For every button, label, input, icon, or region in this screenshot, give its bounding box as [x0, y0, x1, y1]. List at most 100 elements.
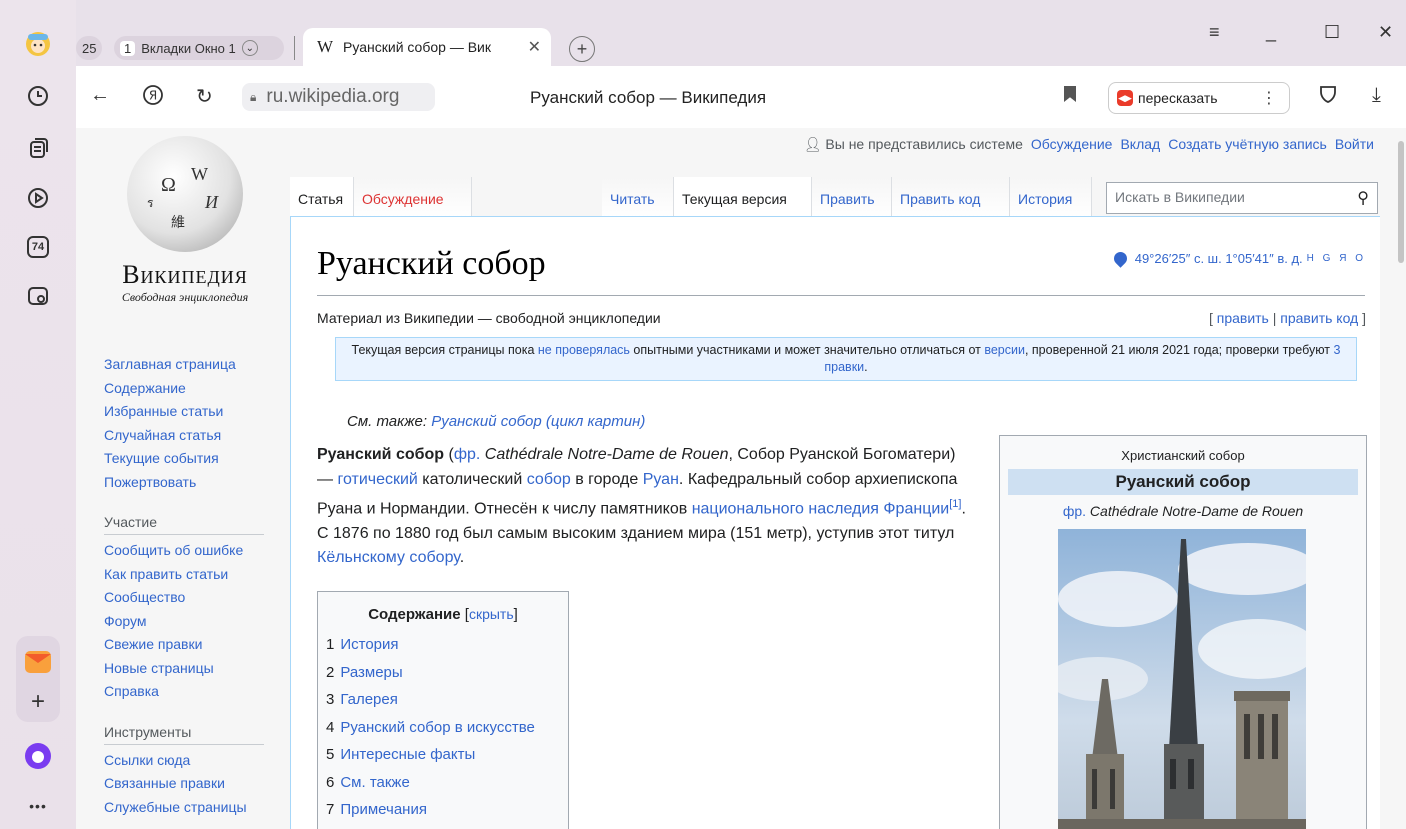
lead-text: католический [417, 470, 527, 488]
tab-edit-label: Править [820, 191, 875, 207]
edit-code-link[interactable]: править код [1280, 310, 1358, 326]
tab-group-button[interactable]: 1 Вкладки Окно 1 ⌄ [114, 36, 284, 60]
nav-how-to-edit[interactable]: Как править статьи [104, 563, 264, 587]
minimize-icon[interactable]: _ [1266, 22, 1276, 43]
toc-link[interactable]: Размеры [340, 664, 402, 681]
nav-community[interactable]: Сообщество [104, 586, 264, 610]
close-tab-icon[interactable]: ✕ [528, 37, 541, 57]
active-tab[interactable]: W Руанский собор — Вик ✕ [303, 28, 551, 66]
mail-icon[interactable] [24, 648, 52, 676]
nav-random[interactable]: Случайная статья [104, 424, 264, 448]
see-also-link[interactable]: Руанский собор (цикл картин) [431, 413, 645, 430]
reload-icon[interactable]: ↻ [196, 84, 213, 109]
toc-item[interactable]: 2 Размеры [326, 659, 560, 687]
search-icon[interactable]: ⚲ [1357, 188, 1369, 208]
toc-link[interactable]: Руанский собор в искусстве [340, 719, 535, 736]
nav-report-error[interactable]: Сообщить об ошибке [104, 539, 264, 563]
cathedral-photo[interactable] [1058, 529, 1306, 829]
lead-rouen-link[interactable]: Руан [643, 471, 679, 488]
more-icon[interactable]: ••• [24, 792, 52, 820]
back-arrow-icon[interactable]: ← [90, 84, 110, 107]
toc-item[interactable]: 1 История [326, 631, 560, 659]
tab-history[interactable]: История [1010, 177, 1092, 217]
coordinates[interactable]: 49°26′25″ с. ш. 1°05′41″ в. д. H G Я O [1111, 249, 1366, 268]
create-account-link[interactable]: Создать учётную запись [1168, 136, 1327, 153]
screenshot-icon[interactable] [24, 282, 52, 310]
yandex-icon[interactable]: Я [142, 84, 164, 112]
retell-button[interactable]: ◀▶ пересказать ⋮ [1108, 82, 1290, 114]
nav-contents[interactable]: Содержание [104, 377, 264, 401]
tab-edit[interactable]: Править [812, 177, 892, 217]
personal-tools: 👤︎ Вы не представились системе Обсуждени… [804, 136, 1374, 153]
nav-what-links-here[interactable]: Ссылки сюда [104, 749, 264, 773]
toc-link[interactable]: Интересные факты [340, 746, 475, 763]
table-of-contents: Содержание [скрыть] 1 История 2 Размеры 3Г… [317, 591, 569, 829]
alice-assistant-icon[interactable] [24, 742, 52, 770]
nav-current-events[interactable]: Текущие события [104, 447, 264, 471]
wikipedia-logo[interactable]: Ω W И 維 ร Википедия Свободная энциклопед… [120, 136, 250, 316]
notice-text-4: . [864, 360, 868, 374]
protect-icon[interactable] [1318, 84, 1338, 110]
tab-discussion[interactable]: Обсуждение [354, 177, 472, 217]
nav-forum[interactable]: Форум [104, 610, 264, 634]
tab-current-version[interactable]: Текущая версия [674, 177, 812, 217]
toc-item[interactable]: 5 Интересные факты [326, 741, 560, 769]
nav-related-changes[interactable]: Связанные правки [104, 772, 264, 796]
tab-counter[interactable]: 25 [76, 36, 103, 60]
toc-hide-link[interactable]: скрыть [469, 606, 514, 622]
talk-link[interactable]: Обсуждение [1031, 136, 1113, 153]
collections-icon[interactable] [24, 134, 52, 162]
nav-special-pages[interactable]: Служебные страницы [104, 796, 264, 820]
more-vertical-icon[interactable]: ⋮ [1261, 88, 1277, 108]
wiki-search-input[interactable]: Искать в Википедии ⚲ [1106, 182, 1378, 214]
add-icon[interactable]: + [24, 688, 52, 716]
toc-item[interactable]: 4 Руанский собор в искусстве [326, 714, 560, 742]
login-link[interactable]: Войти [1335, 136, 1374, 153]
lead-cathedral-link[interactable]: собор [527, 471, 571, 488]
tab-edit-source[interactable]: Править код [892, 177, 1010, 217]
nav-main-page[interactable]: Заглавная страница [104, 353, 264, 377]
lead-ref-link[interactable]: [1] [949, 498, 961, 510]
alice-avatar-icon[interactable] [24, 30, 52, 58]
tab-read[interactable]: Читать [602, 177, 674, 217]
lead-cologne-link[interactable]: Кёльнскому собору [317, 549, 460, 566]
bookmark-icon[interactable] [1064, 86, 1076, 102]
map-service-links[interactable]: H G Я O [1307, 253, 1366, 264]
lead-gothic-link[interactable]: готический [337, 471, 417, 488]
close-window-icon[interactable]: ✕ [1378, 22, 1393, 43]
toc-bracket: ] [513, 606, 518, 623]
toc-item[interactable]: 3 Галерея [326, 686, 560, 714]
lead-lang-link[interactable]: фр. [454, 446, 481, 463]
toc-link[interactable]: Примечания [340, 801, 427, 818]
new-tab-button[interactable]: + [569, 36, 595, 62]
menu-icon[interactable]: ≡ [1209, 22, 1220, 43]
contributions-link[interactable]: Вклад [1120, 136, 1160, 153]
notice-version-link[interactable]: версии [984, 343, 1025, 357]
toc-item[interactable]: 7 Примечания [326, 796, 560, 824]
notice-unreviewed-link[interactable]: не проверялась [538, 343, 630, 357]
tab-count-rail-icon[interactable]: 74 [24, 233, 52, 261]
toc-item[interactable]: 6 См. также [326, 769, 560, 797]
nav-recent-changes[interactable]: Свежие правки [104, 633, 264, 657]
nav-donate[interactable]: Пожертвовать [104, 471, 264, 495]
nav-featured[interactable]: Избранные статьи [104, 400, 264, 424]
toc-link[interactable]: История [340, 636, 398, 653]
download-icon[interactable]: ⤓ [1372, 84, 1381, 107]
nav-help[interactable]: Справка [104, 680, 264, 704]
url-field[interactable]: 🔒︎ ru.wikipedia.org [242, 83, 435, 111]
nav-new-pages[interactable]: Новые страницы [104, 657, 264, 681]
history-icon[interactable] [24, 82, 52, 110]
video-play-icon[interactable] [24, 184, 52, 212]
tab-counter-label: 25 [82, 40, 97, 56]
lead-heritage-link[interactable]: национального наследия Франции [692, 500, 950, 517]
edit-link[interactable]: править [1217, 310, 1269, 326]
infobox-lang-link[interactable]: фр. [1063, 503, 1086, 519]
notice-text-1: Текущая версия страницы пока [351, 343, 538, 357]
maximize-icon[interactable]: ☐ [1324, 22, 1340, 43]
toc-link[interactable]: См. также [340, 774, 409, 791]
tab-article[interactable]: Статья [290, 177, 354, 217]
page-title: Руанский собор [317, 245, 546, 282]
scrollbar-thumb[interactable] [1398, 141, 1404, 263]
article-content: Руанский собор 49°26′25″ с. ш. 1°05′41″ … [290, 216, 1380, 829]
toc-link[interactable]: Галерея [340, 691, 398, 708]
